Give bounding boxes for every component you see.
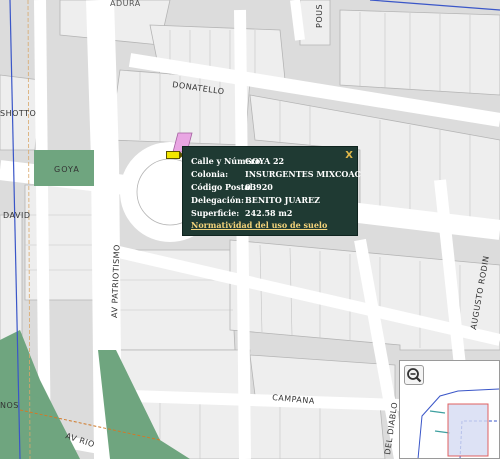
overview-extent-box xyxy=(447,403,489,457)
street-label-goya: GOYA xyxy=(54,165,80,174)
street-label-adura: ADURA xyxy=(110,0,141,8)
cp-row: Código Postal:03920 xyxy=(191,181,273,193)
parcel-info-popup: Calle y Número:GOYA 22 Colonia: INSURGENT… xyxy=(182,146,361,236)
zoom-out-icon xyxy=(407,368,422,383)
close-icon[interactable]: X xyxy=(345,150,353,161)
cp-label: Código Postal: xyxy=(191,182,256,192)
delegacion-row: Delegación:BENITO JUAREZ xyxy=(191,194,320,206)
calle-value: GOYA 22 xyxy=(245,156,285,166)
superficie-value: 242.58 m2 xyxy=(245,208,293,218)
colonia-row: Colonia: INSURGENTES MIXCOAC xyxy=(191,168,361,180)
map-view[interactable]: ADURA POUS DONATELLO SHOTTO GOYA DAVID A… xyxy=(0,0,500,459)
street-label-nos: NOS xyxy=(0,401,19,410)
colonia-label: Colonia: xyxy=(191,169,229,179)
calle-row: Calle y Número:GOYA 22 xyxy=(191,155,284,167)
zoom-out-button[interactable] xyxy=(404,365,424,385)
cp-value: 03920 xyxy=(245,182,273,192)
superficie-row: Superficie: 242.58 m2 xyxy=(191,207,292,219)
street-label-david: DAVID xyxy=(3,211,30,220)
location-marker-icon[interactable] xyxy=(166,151,180,159)
street-label-shotto: SHOTTO xyxy=(0,109,36,118)
calle-label: Calle y Número: xyxy=(191,156,264,166)
normatividad-link[interactable]: Normatividad del uso de suelo xyxy=(191,220,327,230)
delegacion-value: BENITO JUAREZ xyxy=(245,195,320,205)
superficie-label: Superficie: xyxy=(191,208,240,218)
street-label-pous: POUS xyxy=(315,4,324,28)
delegacion-label: Delegación: xyxy=(191,195,244,205)
colonia-value: INSURGENTES MIXCOAC xyxy=(245,169,361,179)
